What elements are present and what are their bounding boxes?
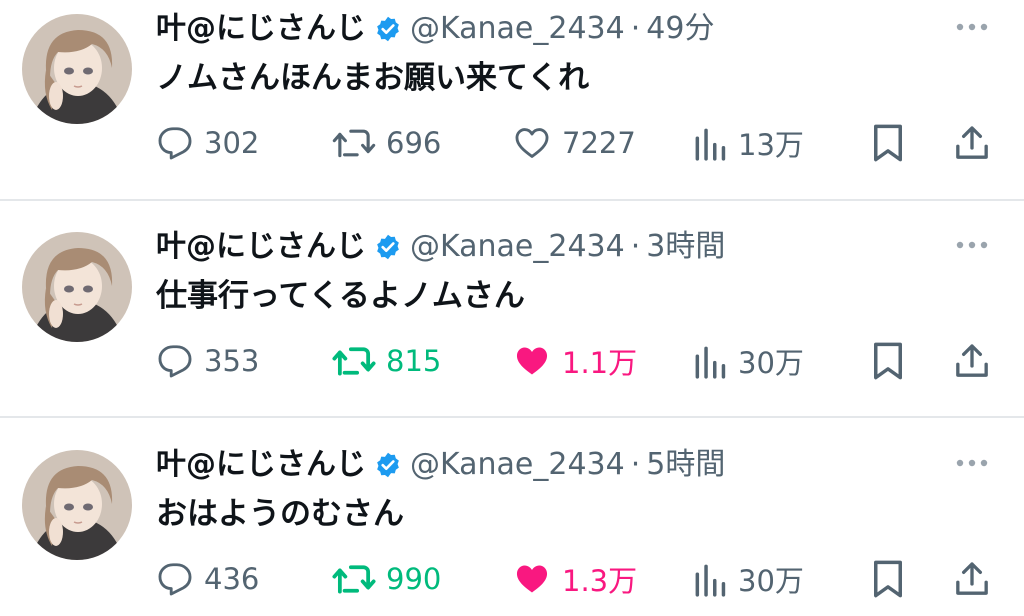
- views-bar-chart-icon: [692, 560, 728, 598]
- views-button[interactable]: 13万: [692, 116, 804, 170]
- view-count: 13万: [738, 128, 804, 162]
- user-handle[interactable]: @Kanae_2434: [410, 6, 625, 52]
- separator: ·: [630, 447, 641, 482]
- heart-icon: [512, 560, 552, 598]
- bookmark-button[interactable]: [870, 116, 906, 170]
- reply-button[interactable]: 436: [156, 552, 259, 606]
- avatar[interactable]: [22, 14, 132, 124]
- share-upload-icon: [952, 341, 992, 381]
- share-upload-icon: [952, 559, 992, 599]
- share-button[interactable]: [952, 552, 992, 606]
- action-bar: 436 990 1.3万 30万: [156, 552, 1006, 606]
- retweet-button[interactable]: 990: [332, 552, 441, 606]
- reply-bubble-icon: [156, 342, 194, 380]
- bookmark-icon: [870, 558, 906, 600]
- share-button[interactable]: [952, 334, 992, 388]
- tweet-text: ノムさんほんまお願い来てくれ: [156, 60, 590, 96]
- action-bar: 353 815 1.1万 30万: [156, 334, 1006, 388]
- tweet[interactable]: 叶@にじさんじ @Kanae_2434 · 5時間 おはようのむさん 436 9…: [0, 436, 1024, 616]
- like-button[interactable]: 1.1万: [512, 334, 637, 388]
- reply-count: 436: [204, 562, 260, 596]
- bookmark-button[interactable]: [870, 334, 906, 388]
- user-handle[interactable]: @Kanae_2434: [410, 442, 625, 488]
- action-bar: 302 696 7227 13万: [156, 116, 1006, 170]
- views-bar-chart-icon: [692, 124, 728, 162]
- tweet-text: おはようのむさん: [156, 496, 404, 532]
- share-button[interactable]: [952, 116, 992, 170]
- display-name[interactable]: 叶@にじさんじ: [156, 442, 366, 488]
- more-horizontal-icon[interactable]: [952, 230, 992, 260]
- like-count: 7227: [562, 126, 636, 160]
- view-count: 30万: [738, 346, 804, 380]
- like-button[interactable]: 7227: [512, 116, 636, 170]
- view-count: 30万: [738, 564, 804, 598]
- share-upload-icon: [952, 123, 992, 163]
- verified-badge-icon: [374, 451, 402, 479]
- retweet-count: 696: [386, 126, 442, 160]
- heart-icon: [512, 342, 552, 380]
- bookmark-icon: [870, 340, 906, 382]
- tweet-header: 叶@にじさんじ @Kanae_2434 · 3時間: [156, 224, 725, 270]
- tweet[interactable]: 叶@にじさんじ @Kanae_2434 · 3時間 仕事行ってくるよノムさん 3…: [0, 218, 1024, 418]
- bookmark-icon: [870, 122, 906, 164]
- reply-button[interactable]: 302: [156, 116, 259, 170]
- retweet-count: 990: [386, 562, 442, 596]
- user-handle[interactable]: @Kanae_2434: [410, 224, 625, 270]
- like-count: 1.1万: [562, 346, 638, 380]
- retweet-count: 815: [386, 344, 442, 378]
- bookmark-button[interactable]: [870, 552, 906, 606]
- tweet-divider: [0, 199, 1024, 201]
- reply-button[interactable]: 353: [156, 334, 259, 388]
- reply-bubble-icon: [156, 560, 194, 598]
- timestamp[interactable]: 49分: [646, 6, 714, 52]
- views-button[interactable]: 30万: [692, 334, 804, 388]
- tweet-header: 叶@にじさんじ @Kanae_2434 · 5時間: [156, 442, 725, 488]
- display-name[interactable]: 叶@にじさんじ: [156, 6, 366, 52]
- retweet-button[interactable]: 815: [332, 334, 441, 388]
- separator: ·: [630, 11, 641, 46]
- retweet-icon: [332, 342, 376, 380]
- tweet-text: 仕事行ってくるよノムさん: [156, 278, 525, 314]
- reply-bubble-icon: [156, 124, 194, 162]
- retweet-icon: [332, 124, 376, 162]
- separator: ·: [630, 229, 641, 264]
- timestamp[interactable]: 5時間: [646, 442, 725, 488]
- timestamp[interactable]: 3時間: [646, 224, 725, 270]
- like-count: 1.3万: [562, 564, 638, 598]
- reply-count: 353: [204, 344, 260, 378]
- tweet-header: 叶@にじさんじ @Kanae_2434 · 49分: [156, 6, 714, 52]
- display-name[interactable]: 叶@にじさんじ: [156, 224, 366, 270]
- avatar[interactable]: [22, 450, 132, 560]
- retweet-button[interactable]: 696: [332, 116, 441, 170]
- more-horizontal-icon[interactable]: [952, 448, 992, 478]
- avatar[interactable]: [22, 232, 132, 342]
- heart-icon: [512, 124, 552, 162]
- more-horizontal-icon[interactable]: [952, 12, 992, 42]
- views-bar-chart-icon: [692, 342, 728, 380]
- tweet-feed: 叶@にじさんじ @Kanae_2434 · 49分 ノムさんほんまお願い来てくれ…: [0, 0, 1024, 616]
- reply-count: 302: [204, 126, 260, 160]
- tweet[interactable]: 叶@にじさんじ @Kanae_2434 · 49分 ノムさんほんまお願い来てくれ…: [0, 0, 1024, 200]
- tweet-divider: [0, 416, 1024, 418]
- views-button[interactable]: 30万: [692, 552, 804, 606]
- verified-badge-icon: [374, 15, 402, 43]
- like-button[interactable]: 1.3万: [512, 552, 637, 606]
- retweet-icon: [332, 560, 376, 598]
- verified-badge-icon: [374, 233, 402, 261]
